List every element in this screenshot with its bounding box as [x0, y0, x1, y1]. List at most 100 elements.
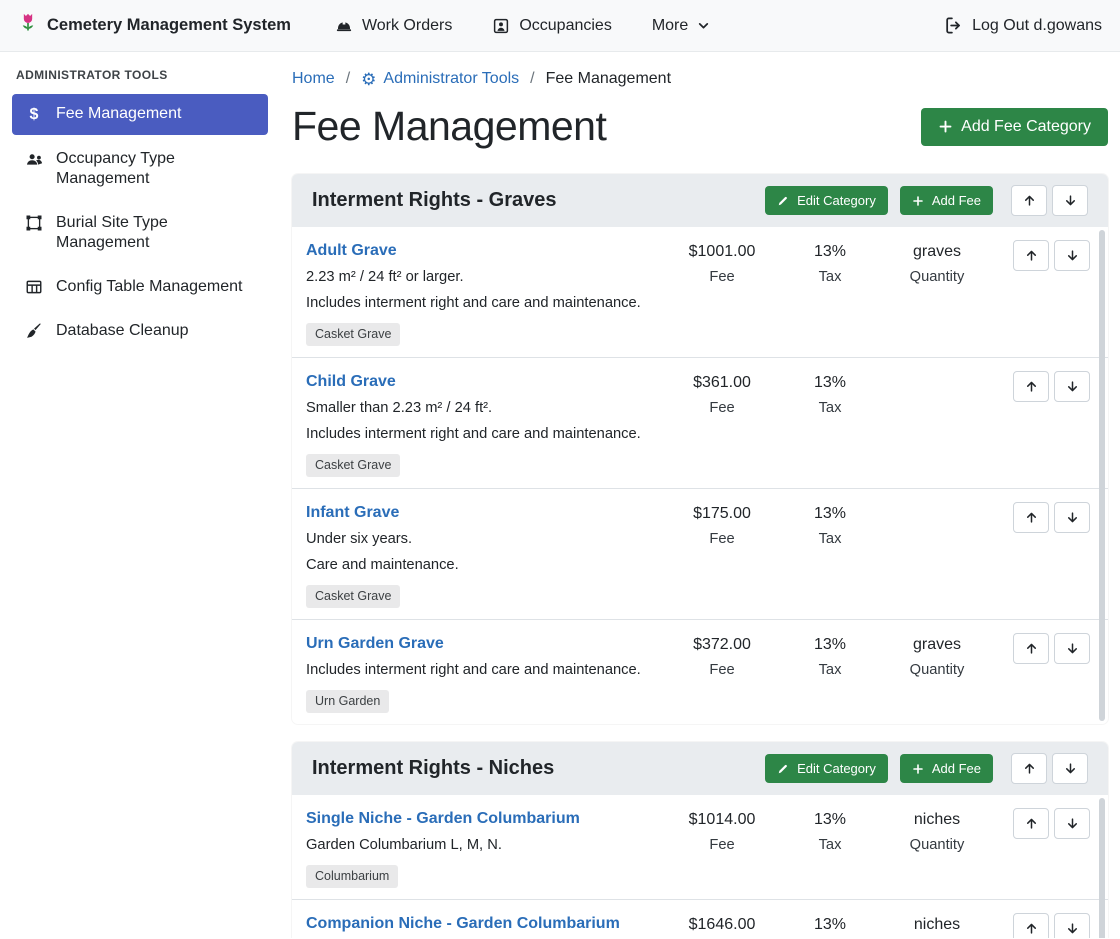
sidebar-item-burial-site-type-management[interactable]: Burial Site Type Management	[12, 203, 268, 263]
fee-amount-label: Fee	[662, 661, 782, 680]
fee-quantity-col: niches Quantity	[878, 913, 996, 938]
move-fee-up-button[interactable]	[1013, 240, 1049, 271]
fee-tax-col: 13% Tax	[782, 240, 878, 287]
fee-description: Garden Columbarium L, M, N.	[306, 836, 662, 855]
sidebar-item-label: Database Cleanup	[56, 321, 189, 341]
fee-reorder-controls	[1013, 913, 1090, 938]
move-fee-down-button[interactable]	[1054, 913, 1090, 938]
fee-tax-label: Tax	[782, 661, 878, 680]
fee-quantity-col: Quantity	[878, 371, 996, 397]
fee-tax: 13%	[782, 809, 878, 830]
move-fee-down-button[interactable]	[1054, 808, 1090, 839]
move-fee-up-button[interactable]	[1013, 808, 1049, 839]
category-body: Single Niche - Garden Columbarium Garden…	[292, 795, 1108, 938]
edit-category-button[interactable]: Edit Category	[765, 186, 888, 215]
breadcrumb: Home / ⚙ Administrator Tools / Fee Manag…	[292, 70, 1108, 88]
fee-name-link[interactable]: Urn Garden Grave	[306, 633, 444, 654]
breadcrumb-admin-link[interactable]: ⚙ Administrator Tools	[361, 70, 519, 88]
sidebar-heading: ADMINISTRATOR TOOLS	[16, 68, 264, 82]
category-list: Interment Rights - Graves Edit Category …	[292, 174, 1108, 938]
move-category-up-button[interactable]	[1011, 185, 1047, 216]
nav-item-work-orders[interactable]: Work Orders	[335, 17, 452, 35]
fee-name-link[interactable]: Infant Grave	[306, 502, 399, 523]
fee-tax: 13%	[782, 241, 878, 262]
fee-badge: Casket Grave	[306, 454, 400, 477]
breadcrumb-home-link[interactable]: Home	[292, 70, 335, 88]
card-scrollbar[interactable]	[1099, 798, 1105, 938]
fee-tax-col: 13% Tax	[782, 808, 878, 855]
fee-main: Infant Grave Under six years.Care and ma…	[306, 502, 662, 608]
nav-item-occupancies[interactable]: Occupancies	[492, 17, 612, 35]
add-fee-button[interactable]: Add Fee	[900, 754, 993, 783]
fee-reorder-controls	[1013, 371, 1090, 402]
nav-item-label: More	[652, 17, 688, 35]
fee-tax: 13%	[782, 914, 878, 935]
fee-amount: $175.00	[662, 503, 782, 524]
page-title: Fee Management	[292, 103, 606, 150]
vector-square-icon	[24, 214, 44, 232]
fee-name-link[interactable]: Child Grave	[306, 371, 396, 392]
category-reorder-controls	[1011, 753, 1088, 784]
fee-quantity: graves	[878, 634, 996, 655]
app-brand-title: Cemetery Management System	[47, 16, 291, 35]
move-fee-up-button[interactable]	[1013, 502, 1049, 533]
move-fee-down-button[interactable]	[1054, 240, 1090, 271]
fee-category-card: Interment Rights - Graves Edit Category …	[292, 174, 1108, 724]
fee-description: Includes interment right and care and ma…	[306, 425, 662, 444]
fee-quantity-col: niches Quantity	[878, 808, 996, 855]
fee-row: Adult Grave 2.23 m² / 24 ft² or larger.I…	[292, 227, 1108, 358]
fee-description: Includes interment right and care and ma…	[306, 661, 662, 680]
fee-badge: Casket Grave	[306, 323, 400, 346]
sidebar-item-occupancy-type-management[interactable]: Occupancy Type Management	[12, 139, 268, 199]
pencil-icon	[777, 763, 789, 775]
fee-amount: $1646.00	[662, 914, 782, 935]
card-scrollbar[interactable]	[1099, 230, 1105, 721]
add-fee-button[interactable]: Add Fee	[900, 186, 993, 215]
fee-category-card: Interment Rights - Niches Edit Category …	[292, 742, 1108, 938]
fee-reorder-controls	[1013, 808, 1090, 839]
fee-name-link[interactable]: Adult Grave	[306, 240, 397, 261]
move-category-down-button[interactable]	[1052, 185, 1088, 216]
fee-descriptions: Garden Columbarium L, M, N.	[306, 836, 662, 855]
fee-main: Adult Grave 2.23 m² / 24 ft² or larger.I…	[306, 240, 662, 346]
edit-category-button[interactable]: Edit Category	[765, 754, 888, 783]
fee-amount-col: $372.00 Fee	[662, 633, 782, 680]
sidebar-item-fee-management[interactable]: $ Fee Management	[12, 94, 268, 135]
fee-tax-label: Tax	[782, 399, 878, 418]
fee-amount: $361.00	[662, 372, 782, 393]
move-fee-down-button[interactable]	[1054, 633, 1090, 664]
move-fee-down-button[interactable]	[1054, 371, 1090, 402]
fee-amount-label: Fee	[662, 399, 782, 418]
move-category-down-button[interactable]	[1052, 753, 1088, 784]
move-fee-up-button[interactable]	[1013, 913, 1049, 938]
hard-hat-icon	[335, 17, 353, 35]
fee-quantity: niches	[878, 809, 996, 830]
fee-name-link[interactable]: Companion Niche - Garden Columbarium	[306, 913, 620, 934]
fee-amount-label: Fee	[662, 530, 782, 549]
fee-badge: Urn Garden	[306, 690, 389, 713]
move-fee-down-button[interactable]	[1054, 502, 1090, 533]
fee-name-link[interactable]: Single Niche - Garden Columbarium	[306, 808, 580, 829]
move-category-up-button[interactable]	[1011, 753, 1047, 784]
sidebar-item-database-cleanup[interactable]: Database Cleanup	[12, 311, 268, 351]
move-fee-up-button[interactable]	[1013, 633, 1049, 664]
fee-descriptions: Under six years.Care and maintenance.	[306, 530, 662, 575]
app-brand[interactable]: Cemetery Management System	[18, 12, 291, 39]
nav-item-more[interactable]: More	[652, 17, 710, 35]
sidebar-item-config-table-management[interactable]: Config Table Management	[12, 267, 268, 307]
fee-reorder-controls	[1013, 240, 1090, 271]
fee-amount: $1014.00	[662, 809, 782, 830]
add-fee-category-button[interactable]: Add Fee Category	[921, 108, 1108, 146]
breadcrumb-separator: /	[530, 70, 534, 88]
navbar-links: Work Orders Occupancies More	[335, 17, 710, 35]
fee-badge: Columbarium	[306, 865, 398, 888]
fee-tax-label: Tax	[782, 268, 878, 287]
fee-quantity-label: Quantity	[878, 661, 996, 680]
fee-quantity: niches	[878, 914, 996, 935]
fee-tax-col: 13% Tax	[782, 913, 878, 938]
move-fee-up-button[interactable]	[1013, 371, 1049, 402]
fee-tax-col: 13% Tax	[782, 633, 878, 680]
nav-item-label: Work Orders	[362, 17, 452, 35]
logout-button[interactable]: Log Out d.gowans	[944, 16, 1102, 35]
fee-quantity: graves	[878, 241, 996, 262]
